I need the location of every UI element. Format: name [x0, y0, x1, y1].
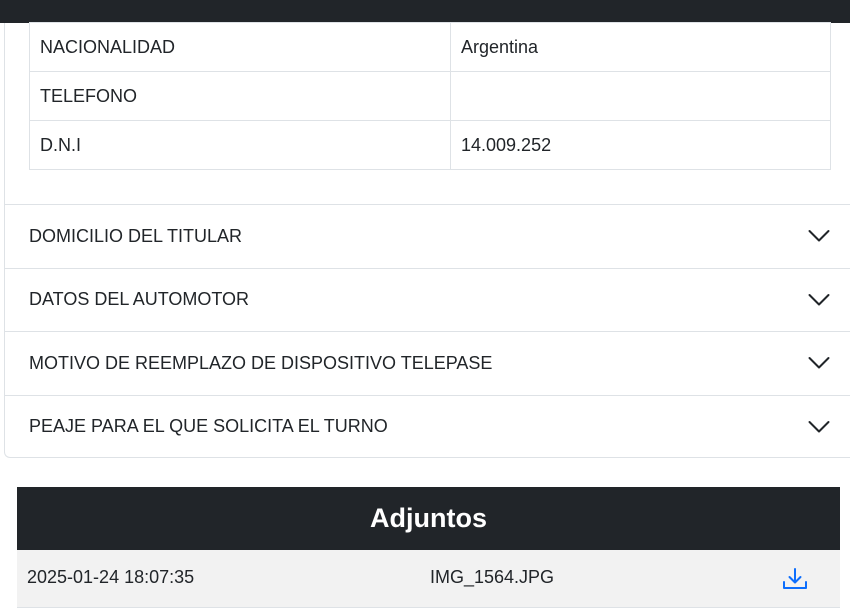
accordion-item-label: DATOS DEL AUTOMOTOR — [29, 289, 250, 310]
telefono-value — [450, 71, 831, 121]
table-row: TELEFONO — [29, 71, 831, 121]
chevron-down-icon — [808, 230, 830, 242]
accordion-item-label: DOMICILIO DEL TITULAR — [29, 225, 243, 246]
attachment-date: 2025-01-24 18:07:35 — [27, 567, 195, 587]
nacionalidad-label: NACIONALIDAD — [29, 22, 451, 72]
details-card: NACIONALIDAD Argentina TELEFONO D.N.I 14… — [4, 22, 850, 458]
telefono-label: TELEFONO — [29, 71, 451, 121]
nacionalidad-value: Argentina — [450, 22, 831, 72]
accordion-item-label: PEAJE PARA EL QUE SOLICITA EL TURNO — [29, 416, 388, 437]
details-accordion: DOMICILIO DEL TITULAR DATOS DEL AUTOMOTO… — [5, 204, 850, 458]
dni-label: D.N.I — [29, 120, 451, 170]
download-icon[interactable] — [781, 566, 809, 592]
chevron-down-icon — [808, 357, 830, 369]
holder-info-table: NACIONALIDAD Argentina TELEFONO D.N.I 14… — [29, 22, 831, 170]
table-row: NACIONALIDAD Argentina — [29, 22, 831, 72]
accordion-motivo-reemplazo[interactable]: MOTIVO DE REEMPLAZO DE DISPOSITIVO TELEP… — [5, 331, 850, 395]
accordion-item-label: MOTIVO DE REEMPLAZO DE DISPOSITIVO TELEP… — [29, 352, 493, 373]
table-row: D.N.I 14.009.252 — [29, 120, 831, 170]
dni-value: 14.009.252 — [450, 120, 831, 170]
chevron-down-icon — [808, 293, 830, 306]
accordion-peaje-turno[interactable]: PEAJE PARA EL QUE SOLICITA EL TURNO — [5, 394, 850, 459]
attachment-row: 2025-01-24 18:07:35 IMG_1564.JPG — [17, 550, 840, 608]
attachments-section: Adjuntos 2025-01-24 18:07:35 IMG_1564.JP… — [17, 487, 840, 608]
attachment-filename: IMG_1564.JPG — [430, 567, 555, 587]
top-navbar — [0, 0, 850, 23]
chevron-down-icon — [808, 420, 830, 433]
accordion-domicilio-del-titular[interactable]: DOMICILIO DEL TITULAR — [5, 204, 850, 268]
accordion-datos-del-automotor[interactable]: DATOS DEL AUTOMOTOR — [5, 267, 850, 332]
attachments-title: Adjuntos — [17, 487, 840, 550]
